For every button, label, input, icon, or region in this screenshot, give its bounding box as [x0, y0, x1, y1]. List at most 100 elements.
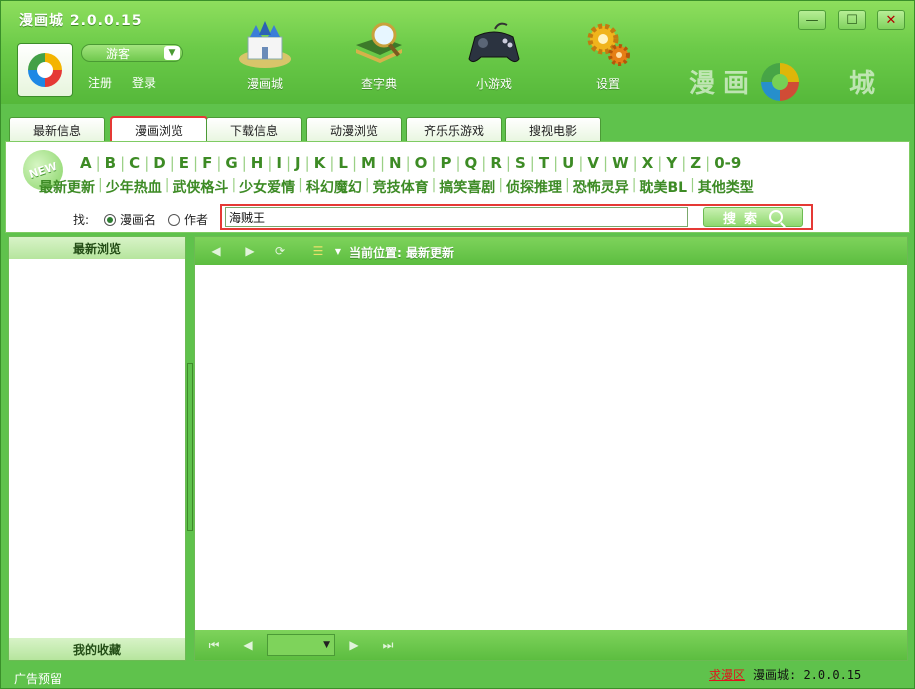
genre-shonen[interactable]: 少年热血	[103, 177, 165, 197]
letter-j[interactable]: J	[291, 154, 305, 172]
genre-other[interactable]: 其他类型	[695, 177, 757, 197]
genre-sports[interactable]: 竞技体育	[370, 177, 432, 197]
tab-bar: 最新信息 漫画浏览 下载信息 动漫浏览 齐乐乐游戏 搜视电影	[5, 104, 910, 143]
letter-r[interactable]: R	[486, 154, 506, 172]
letter-q[interactable]: Q	[461, 154, 482, 172]
status-bar: 广告预留 求漫区 漫画城: 2.0.0.15	[1, 663, 914, 688]
app-window: 漫画城 2.0.0.15 游客 ▼ 注册 登录 漫画城 查字典 小游戏 设置 漫…	[0, 0, 915, 689]
genre-bl[interactable]: 耽美BL	[636, 177, 690, 197]
tab-latest-info[interactable]: 最新信息	[9, 117, 105, 142]
nav-minigames[interactable]: 小游戏	[454, 19, 534, 99]
nav-label: 设置	[595, 77, 620, 91]
letter-z[interactable]: Z	[686, 154, 705, 172]
letter-s[interactable]: S	[511, 154, 530, 172]
dictionary-icon	[356, 22, 402, 63]
genre-horror[interactable]: 恐怖灵异	[570, 177, 632, 197]
letter-0-9[interactable]: 0-9	[710, 154, 745, 172]
letter-f[interactable]: F	[198, 154, 216, 172]
genre-detective[interactable]: 侦探推理	[503, 177, 565, 197]
nav-label: 小游戏	[475, 77, 512, 91]
radio-manga-name[interactable]: 漫画名	[104, 211, 156, 228]
pager-bar: ⏮ ◀ ▼ ▶ ⏭	[195, 630, 907, 660]
maximize-button[interactable]: ☐	[838, 10, 866, 30]
search-button[interactable]: 搜索	[703, 207, 803, 227]
letter-n[interactable]: N	[385, 154, 406, 172]
find-label: 找:	[73, 213, 90, 227]
search-highlight: 搜索	[220, 204, 813, 230]
nav-label: 漫画城	[246, 77, 283, 91]
logo-icon	[28, 53, 62, 87]
tab-movies[interactable]: 搜视电影	[505, 117, 601, 142]
genre-latest[interactable]: 最新更新	[36, 177, 98, 197]
chevron-down-icon: ▼	[323, 640, 330, 650]
refresh-icon[interactable]: ⟳	[271, 243, 289, 259]
forward-icon[interactable]: ▶	[241, 243, 259, 259]
radio-author[interactable]: 作者	[168, 211, 208, 228]
page-select[interactable]: ▼	[267, 634, 335, 656]
letter-v[interactable]: V	[583, 154, 603, 172]
letter-i[interactable]: I	[272, 154, 286, 172]
register-link[interactable]: 注册	[88, 74, 112, 91]
letter-a[interactable]: A	[76, 154, 96, 172]
letter-l[interactable]: L	[334, 154, 352, 172]
letter-h[interactable]: H	[247, 154, 268, 172]
letter-b[interactable]: B	[101, 154, 120, 172]
search-row: 找: 漫画名 作者 搜索	[6, 204, 909, 230]
letter-k[interactable]: K	[310, 154, 330, 172]
request-manga-link[interactable]: 求漫区	[709, 666, 745, 683]
ad-placeholder: 广告预留	[14, 672, 63, 686]
recent-browse-header[interactable]: 最新浏览	[9, 237, 185, 259]
radio-label: 作者	[184, 213, 209, 227]
letter-p[interactable]: P	[436, 154, 455, 172]
close-icon: ✕	[885, 12, 897, 28]
first-page-icon[interactable]: ⏮	[205, 637, 223, 653]
panel-splitter[interactable]	[187, 363, 193, 531]
letter-c[interactable]: C	[125, 154, 144, 172]
gears-icon	[587, 23, 630, 66]
minimize-button[interactable]: —	[798, 10, 826, 30]
nav-dictionary[interactable]: 查字典	[339, 19, 419, 99]
letter-u[interactable]: U	[558, 154, 578, 172]
login-link[interactable]: 登录	[132, 74, 156, 91]
brand-text-end: 城	[849, 69, 884, 99]
nav-settings[interactable]: 设置	[568, 19, 648, 99]
close-button[interactable]: ✕	[877, 10, 905, 30]
genre-comedy[interactable]: 搞笑喜剧	[436, 177, 498, 197]
letter-index: A | B | C | D | E | F | G | H | I | J | K | L | M | N…	[76, 154, 745, 172]
search-button-label: 搜索	[722, 211, 765, 227]
minimize-icon: —	[805, 12, 819, 28]
letter-m[interactable]: M	[357, 154, 380, 172]
brand-watermark-end: 城	[849, 63, 883, 100]
genre-martial[interactable]: 武侠格斗	[169, 177, 231, 197]
app-title: 漫画城 2.0.0.15	[19, 13, 143, 29]
letter-g[interactable]: G	[221, 154, 241, 172]
nav-manhuacheng[interactable]: 漫画城	[225, 19, 305, 99]
letter-x[interactable]: X	[638, 154, 658, 172]
letter-y[interactable]: Y	[662, 154, 681, 172]
menu-icon[interactable]: ☰	[309, 243, 327, 259]
letter-e[interactable]: E	[175, 154, 193, 172]
letter-o[interactable]: O	[411, 154, 432, 172]
prev-page-icon[interactable]: ◀	[239, 637, 257, 653]
tab-download-info[interactable]: 下载信息	[206, 117, 302, 142]
search-input[interactable]	[225, 207, 688, 227]
letter-d[interactable]: D	[149, 154, 169, 172]
user-status-dropdown[interactable]: 游客 ▼	[81, 44, 183, 62]
user-status-label: 游客	[106, 46, 131, 61]
gamepad-icon	[468, 22, 520, 63]
tab-anime-browse[interactable]: 动漫浏览	[306, 117, 402, 142]
next-page-icon[interactable]: ▶	[345, 637, 363, 653]
search-icon	[769, 210, 783, 224]
letter-t[interactable]: T	[535, 154, 553, 172]
back-icon[interactable]: ◀	[207, 243, 225, 259]
letter-w[interactable]: W	[608, 154, 633, 172]
tab-games[interactable]: 齐乐乐游戏	[406, 117, 502, 142]
last-page-icon[interactable]: ⏭	[379, 637, 397, 653]
genre-romance[interactable]: 少女爱情	[236, 177, 298, 197]
dropdown-arrow-icon[interactable]: ▼	[329, 243, 347, 259]
tab-manga-browse[interactable]: 漫画浏览	[110, 116, 208, 143]
main-toolbar: ◀ ▶ ⟳ ☰ ▼ 当前位置: 最新更新	[195, 237, 907, 265]
favorites-header[interactable]: 我的收藏	[9, 638, 185, 660]
location-label: 当前位置:	[349, 246, 402, 260]
genre-fantasy[interactable]: 科幻魔幻	[303, 177, 365, 197]
